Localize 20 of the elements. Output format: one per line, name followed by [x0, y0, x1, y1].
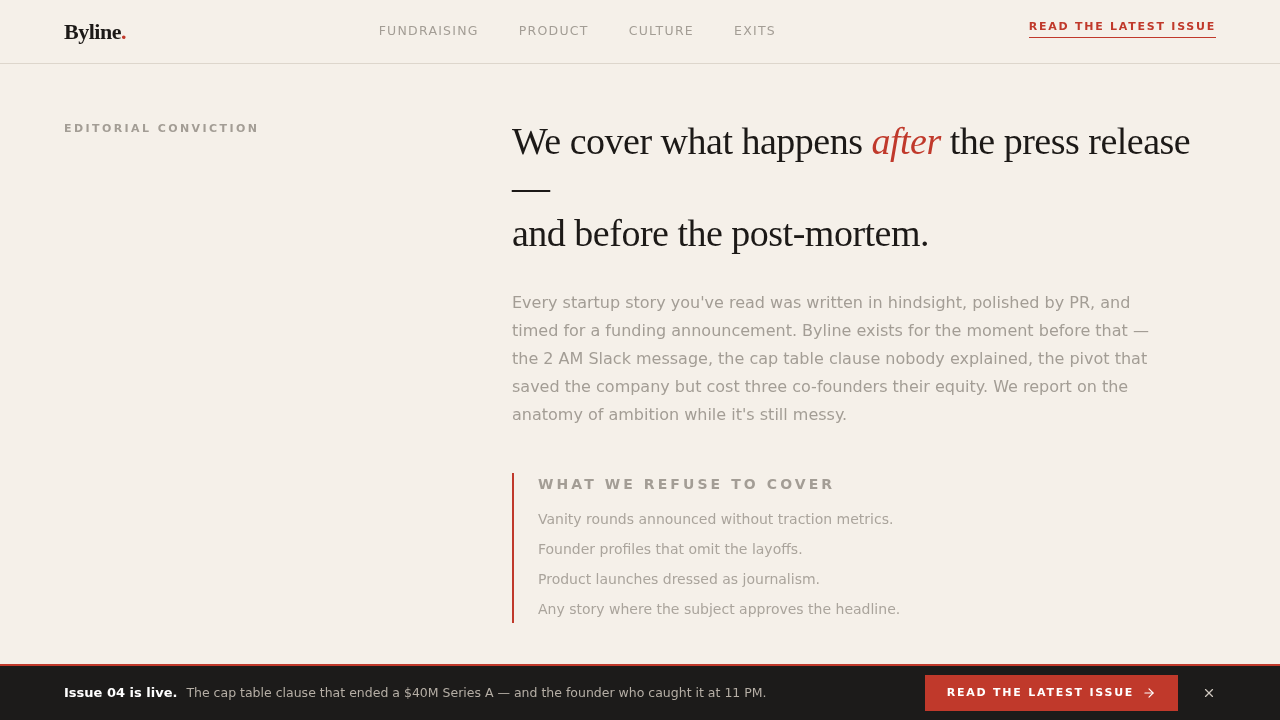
- refuse-item: Product launches dressed as journalism.: [538, 570, 821, 589]
- refuse-item: Founder profiles that omit the layoffs.: [538, 540, 804, 559]
- nav-link[interactable]: PRODUCT: [518, 22, 589, 41]
- latest-issue-button[interactable]: READ THE LATEST ISSUE: [925, 675, 1178, 711]
- arrow-right-icon: [1142, 686, 1157, 700]
- refuse-item: Any story where the subject approves the headline.: [538, 600, 902, 619]
- nav-link[interactable]: FUNDRAISING: [378, 22, 479, 41]
- intro-paragraph: Every startup story you've read was written in hindsight, polished by PR, and timed for a funding announcement. Byline exists for the moment before that — the 2 AM Slack message, the cap table clause nobody explained, the pivot that saved the company but cost three co-founders their equity. We report on the anatomy of ambition while it's still messy.: [512, 292, 1150, 426]
- nav-link[interactable]: CULTURE: [628, 22, 694, 41]
- logo[interactable]: Byline.: [64, 15, 126, 48]
- announcement-lead: Issue 04 is live.: [64, 684, 178, 703]
- close-button[interactable]: [1202, 686, 1216, 700]
- nav-link[interactable]: EXITS: [734, 22, 776, 41]
- refuse-heading: WHAT WE REFUSE TO COVER: [538, 475, 837, 493]
- close-icon: [1202, 686, 1216, 700]
- refuse-item: Vanity rounds announced without traction metrics.: [538, 510, 895, 529]
- headline: We cover what happens after the press release — and before the post-mortem.: [512, 119, 1192, 256]
- announcement-message: The cap table clause that ended a $40M Series A — and the founder who caught it at 11 PM.: [186, 683, 767, 702]
- section-eyebrow: EDITORIAL CONVICTION: [64, 121, 261, 137]
- latest-issue-link[interactable]: READ THE LATEST ISSUE: [1028, 18, 1216, 39]
